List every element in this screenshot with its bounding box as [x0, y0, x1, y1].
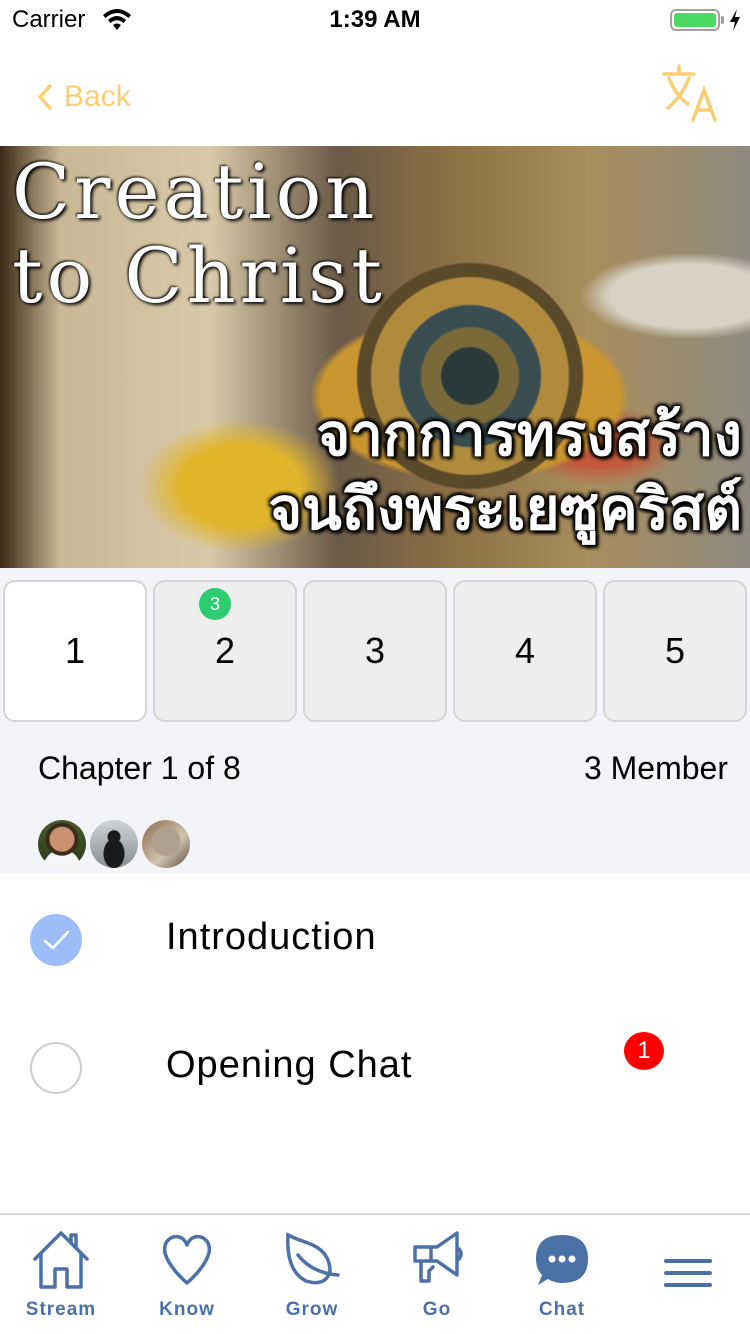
list-item-introduction[interactable]: Introduction [0, 874, 750, 1002]
banner-title-th-line2: จนถึงพระเยซูคริสต์ [268, 475, 742, 543]
chapter-tab-label: 1 [64, 630, 86, 671]
unread-badge: 1 [624, 1032, 664, 1070]
lesson-list: Introduction Opening Chat 1 [0, 874, 750, 1130]
chevron-left-icon [38, 84, 52, 110]
notification-badge: 3 [199, 588, 231, 620]
charging-bolt-icon [730, 9, 740, 31]
incomplete-checkbox[interactable] [30, 1042, 82, 1094]
banner-title-en-line2: to Christ [12, 231, 386, 320]
tab-label: Go [422, 1299, 452, 1320]
tab-chat[interactable]: Chat [512, 1231, 612, 1321]
tab-grow[interactable]: Grow [262, 1231, 362, 1321]
avatar[interactable] [142, 820, 190, 868]
battery-icon [670, 9, 720, 31]
chat-bubble-icon [536, 1235, 588, 1285]
course-banner-image: Creation to Christ จากการทรงสร้าง จนถึงพ… [0, 146, 750, 568]
tab-label: Know [159, 1299, 215, 1320]
chapter-selector: 1 3 2 3 4 5 [0, 568, 750, 726]
back-button[interactable]: Back [36, 80, 131, 114]
chapter-tab-label: 2 [214, 630, 236, 671]
tab-go[interactable]: Go [387, 1231, 487, 1321]
chapter-tab-label: 4 [514, 630, 536, 671]
banner-title-thai: จากการทรงสร้าง จนถึงพระเยซูคริสต์ [268, 398, 742, 546]
status-bar: Carrier 1:39 AM [0, 0, 750, 40]
nav-bar: Back [0, 40, 750, 146]
chapter-tab-2[interactable]: 3 2 [153, 580, 297, 722]
tab-label: Chat [538, 1299, 586, 1320]
completed-checkbox[interactable] [30, 914, 82, 966]
chapter-progress-label: Chapter 1 of 8 [38, 750, 241, 786]
chapter-tab-4[interactable]: 4 [453, 580, 597, 722]
clock: 1:39 AM [329, 6, 421, 33]
tab-stream[interactable]: Stream [11, 1231, 111, 1321]
back-label: Back [64, 80, 131, 113]
avatar[interactable] [90, 820, 138, 868]
translate-icon[interactable] [660, 64, 720, 124]
member-count[interactable]: 3 Member [584, 750, 728, 787]
chapter-tab-1[interactable]: 1 [3, 580, 147, 722]
tab-know[interactable]: Know [137, 1231, 237, 1321]
heart-icon [162, 1234, 212, 1285]
banner-title-en-line1: Creation [12, 147, 379, 236]
chapter-tab-3[interactable]: 3 [303, 580, 447, 722]
tab-label: Grow [285, 1299, 339, 1320]
chapter-tab-label: 5 [664, 630, 686, 671]
menu-icon [664, 1259, 712, 1287]
banner-title-th-line1: จากการทรงสร้าง [316, 401, 742, 469]
leaf-icon [286, 1232, 340, 1285]
home-icon [33, 1231, 89, 1289]
tab-label: Stream [25, 1299, 97, 1320]
bottom-tab-bar: Stream Know Grow Go Chat [0, 1213, 750, 1334]
megaphone-icon [413, 1231, 463, 1283]
chapter-tab-label: 3 [364, 630, 386, 671]
battery-tip [721, 16, 724, 24]
avatar[interactable] [38, 820, 86, 868]
lesson-title: Opening Chat [166, 1044, 413, 1086]
chapter-info: Chapter 1 of 8 3 Member [0, 726, 750, 874]
list-item-opening-chat[interactable]: Opening Chat 1 [0, 1002, 750, 1130]
tab-menu[interactable] [638, 1231, 738, 1307]
chapter-tab-5[interactable]: 5 [603, 580, 747, 722]
checkmark-icon [43, 930, 70, 950]
lesson-title: Introduction [166, 916, 377, 958]
member-avatars[interactable] [38, 820, 190, 868]
banner-title-english: Creation to Christ [12, 150, 386, 318]
